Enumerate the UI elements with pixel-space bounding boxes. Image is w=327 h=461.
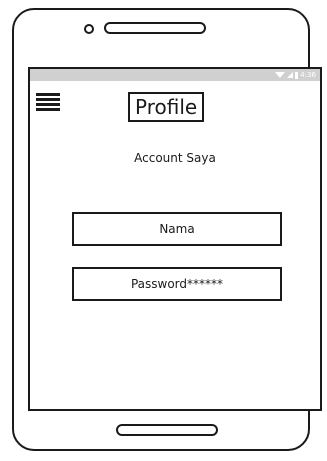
- signal-icon: [287, 72, 294, 78]
- name-field[interactable]: Nama: [72, 212, 282, 246]
- wifi-icon: [275, 72, 286, 78]
- page-subtitle: Account Saya: [134, 151, 216, 165]
- status-bar: 4:36: [30, 69, 320, 81]
- screen: 4:36 Profile Account Saya Nama Password*…: [28, 67, 322, 411]
- speaker-slot: [104, 22, 206, 34]
- status-time: 4:36: [300, 71, 316, 79]
- battery-icon: [295, 71, 299, 79]
- home-button[interactable]: [116, 424, 218, 436]
- camera-icon: [84, 24, 94, 34]
- status-icons: 4:36: [275, 70, 316, 80]
- page-title: Profile: [128, 92, 205, 122]
- menu-icon[interactable]: [36, 93, 60, 117]
- password-field[interactable]: Password******: [72, 267, 282, 301]
